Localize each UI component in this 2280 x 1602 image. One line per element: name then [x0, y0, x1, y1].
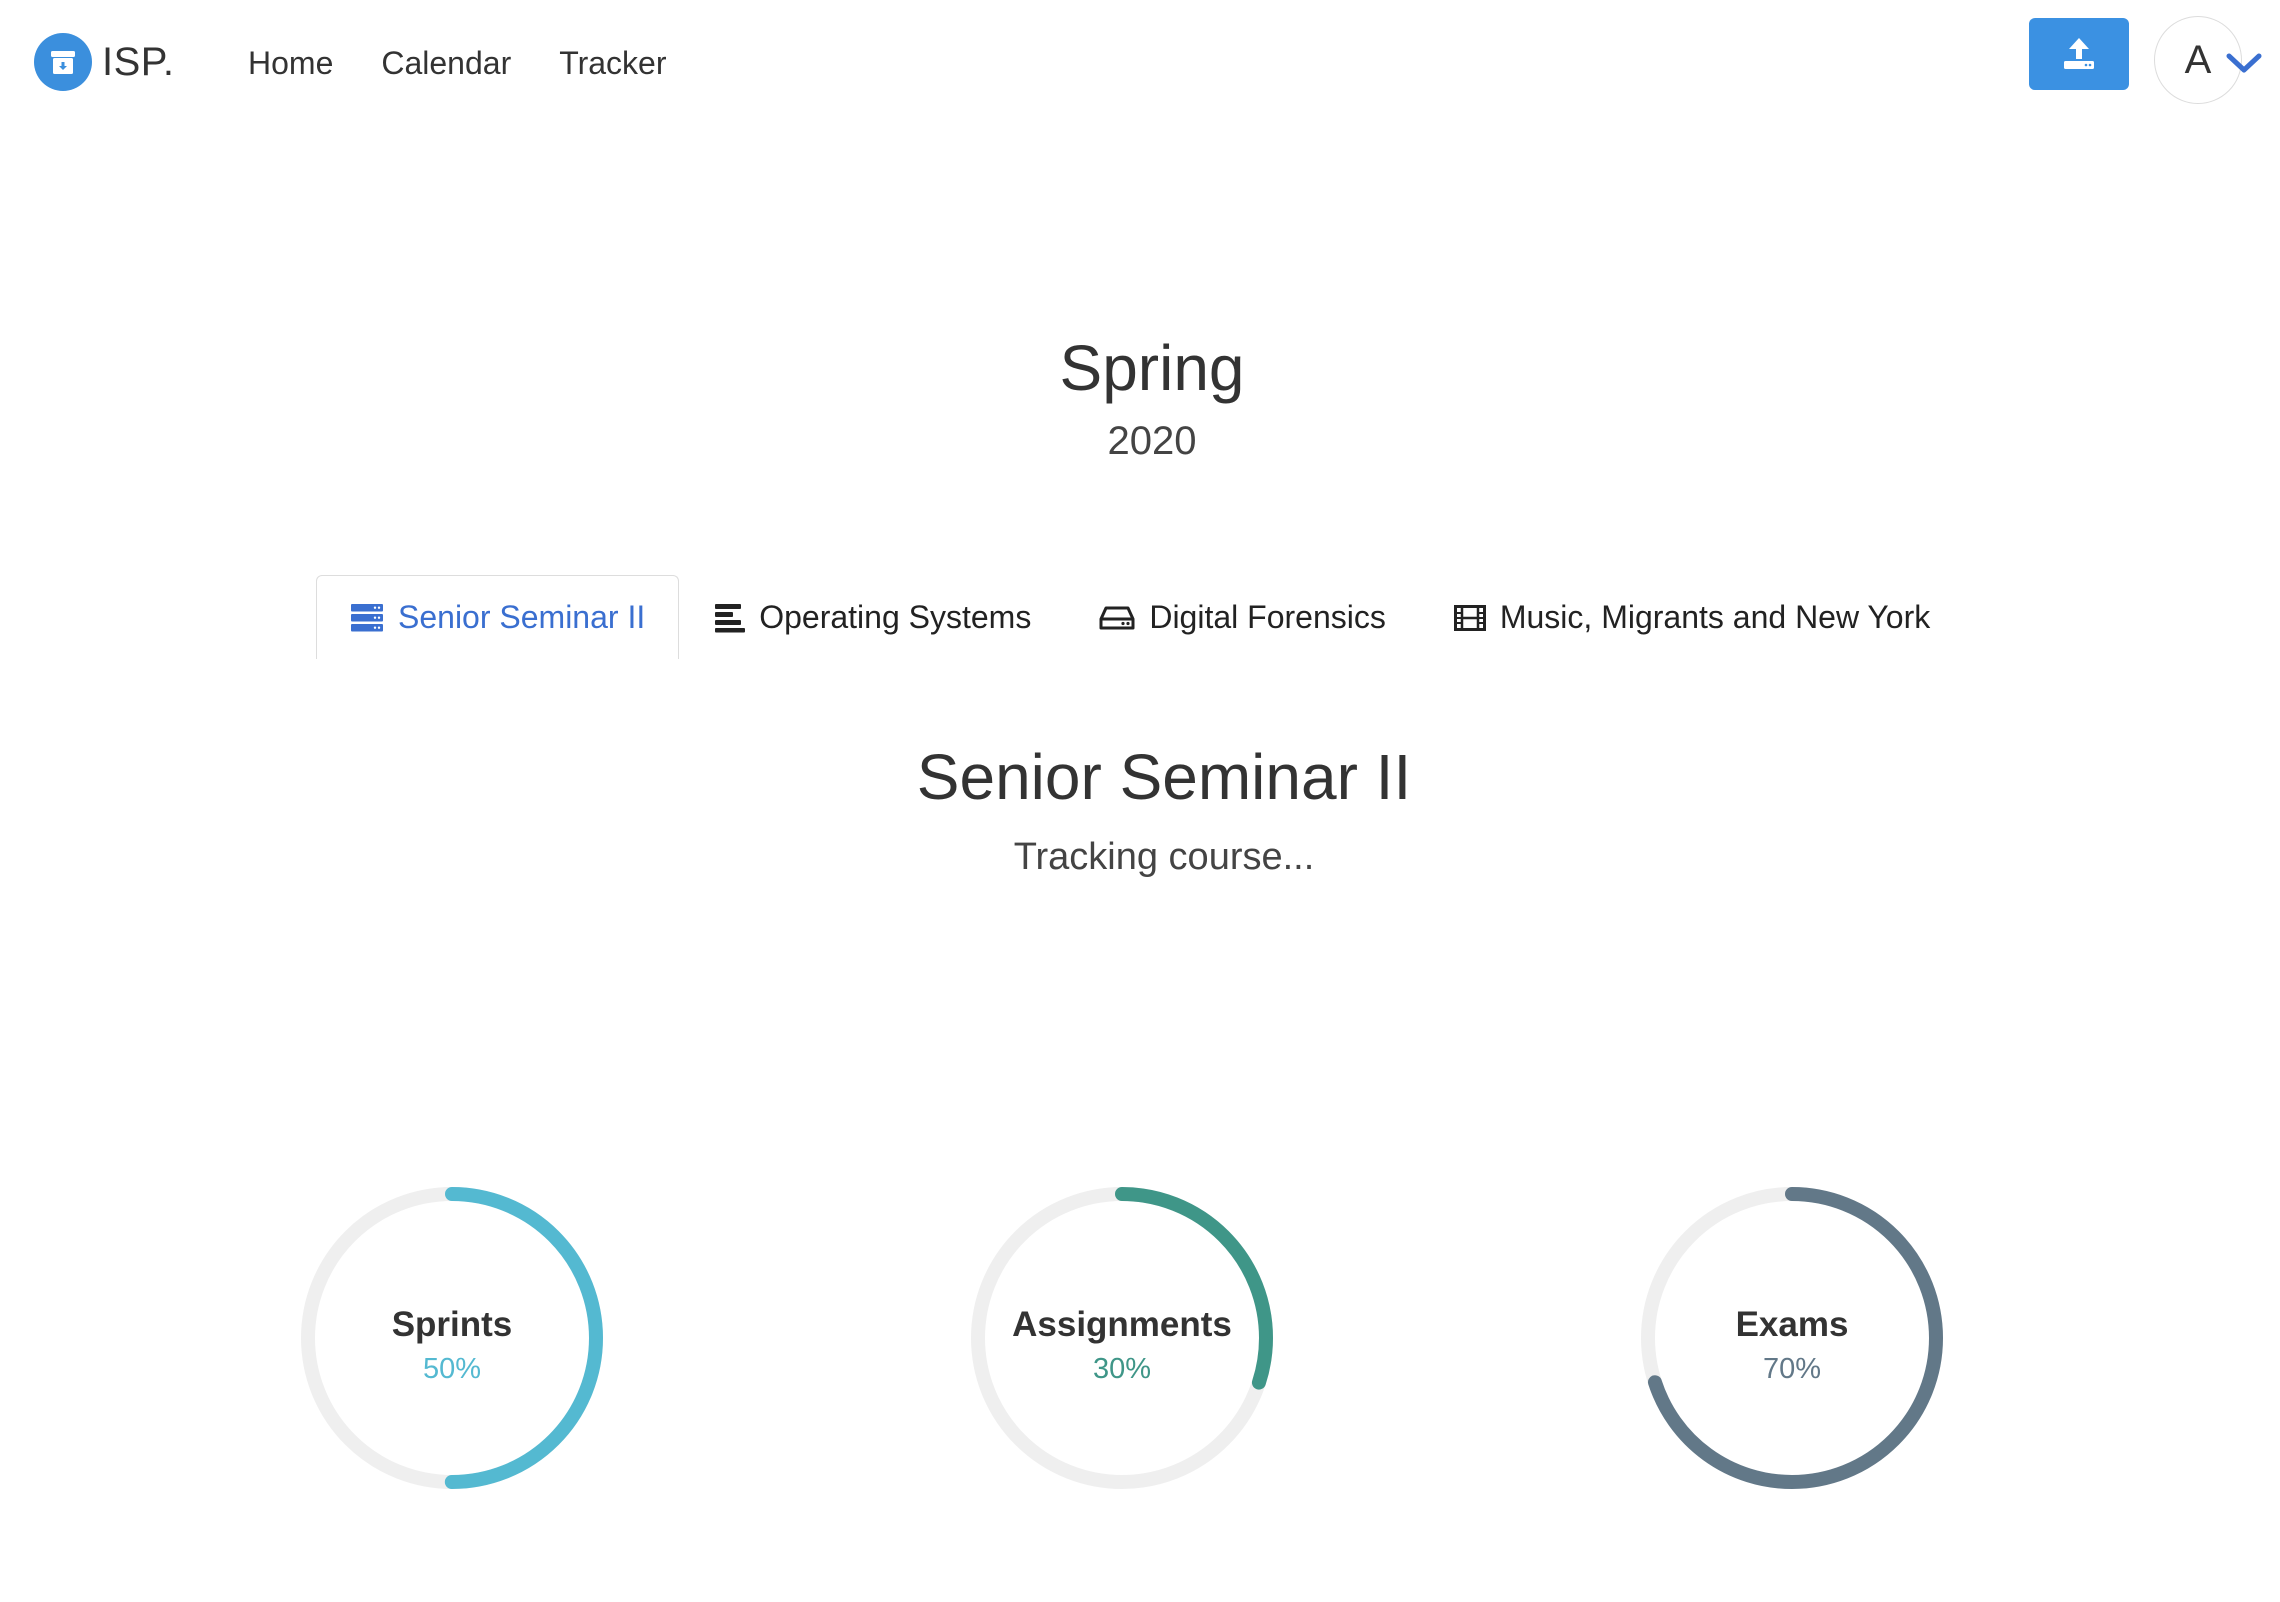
user-menu[interactable]: A	[2154, 16, 2280, 108]
progress-ring-assignments: Assignments 30%	[970, 1186, 1274, 1490]
align-left-icon	[715, 603, 746, 632]
course-title: Senior Seminar II	[916, 741, 1412, 813]
upload-button[interactable]	[2029, 18, 2129, 90]
brand-name: ISP.	[102, 39, 175, 84]
term-year: 2020	[1107, 419, 1197, 463]
progress-ring-exams: Exams 70%	[1640, 1186, 1944, 1490]
tab-digital-forensics[interactable]: Digital Forensics	[1065, 575, 1420, 659]
main-nav: Home Calendar Tracker	[224, 40, 690, 86]
course-header: Senior Seminar II Tracking course...	[0, 738, 2280, 882]
tab-label: Digital Forensics	[1149, 599, 1386, 635]
ring-value: 70%	[1762, 1353, 1822, 1385]
ring-label: Exams	[1735, 1305, 1849, 1344]
ring-label: Sprints	[391, 1305, 513, 1344]
hdd-icon	[1099, 606, 1135, 629]
top-navbar: ISP. Home Calendar Tracker A	[0, 0, 2280, 125]
tab-label: Senior Seminar II	[398, 599, 646, 635]
tab-music-migrants-new-york[interactable]: Music, Migrants and New York	[1419, 575, 1965, 659]
page: ISP. Home Calendar Tracker A Spring 2020…	[0, 0, 2280, 1602]
term-season: Spring	[1059, 332, 1245, 404]
nav-tracker[interactable]: Tracker	[535, 40, 690, 86]
brand-link[interactable]: ISP.	[34, 33, 174, 91]
avatar-initial: A	[2184, 37, 2212, 82]
term-header: Spring 2020	[0, 330, 2280, 468]
nav-home[interactable]: Home	[224, 40, 357, 86]
tab-label: Operating Systems	[759, 599, 1032, 635]
course-tabs: Senior Seminar II Operating Systems Digi…	[316, 575, 1965, 659]
ring-label: Assignments	[1012, 1305, 1232, 1344]
nav-calendar[interactable]: Calendar	[357, 40, 535, 86]
server-icon	[351, 603, 383, 631]
archive-icon	[34, 33, 92, 91]
chevron-down-icon	[2226, 53, 2262, 73]
ring-value: 50%	[422, 1353, 482, 1385]
film-icon	[1453, 604, 1486, 631]
progress-ring-sprints: Sprints 50%	[300, 1186, 604, 1490]
ring-value: 30%	[1092, 1353, 1152, 1385]
tab-operating-systems[interactable]: Operating Systems	[679, 575, 1066, 659]
tab-label: Music, Migrants and New York	[1499, 599, 1931, 635]
tab-senior-seminar-ii[interactable]: Senior Seminar II	[316, 575, 680, 659]
course-subtitle: Tracking course...	[1013, 836, 1315, 878]
upload-icon	[2064, 38, 2094, 69]
